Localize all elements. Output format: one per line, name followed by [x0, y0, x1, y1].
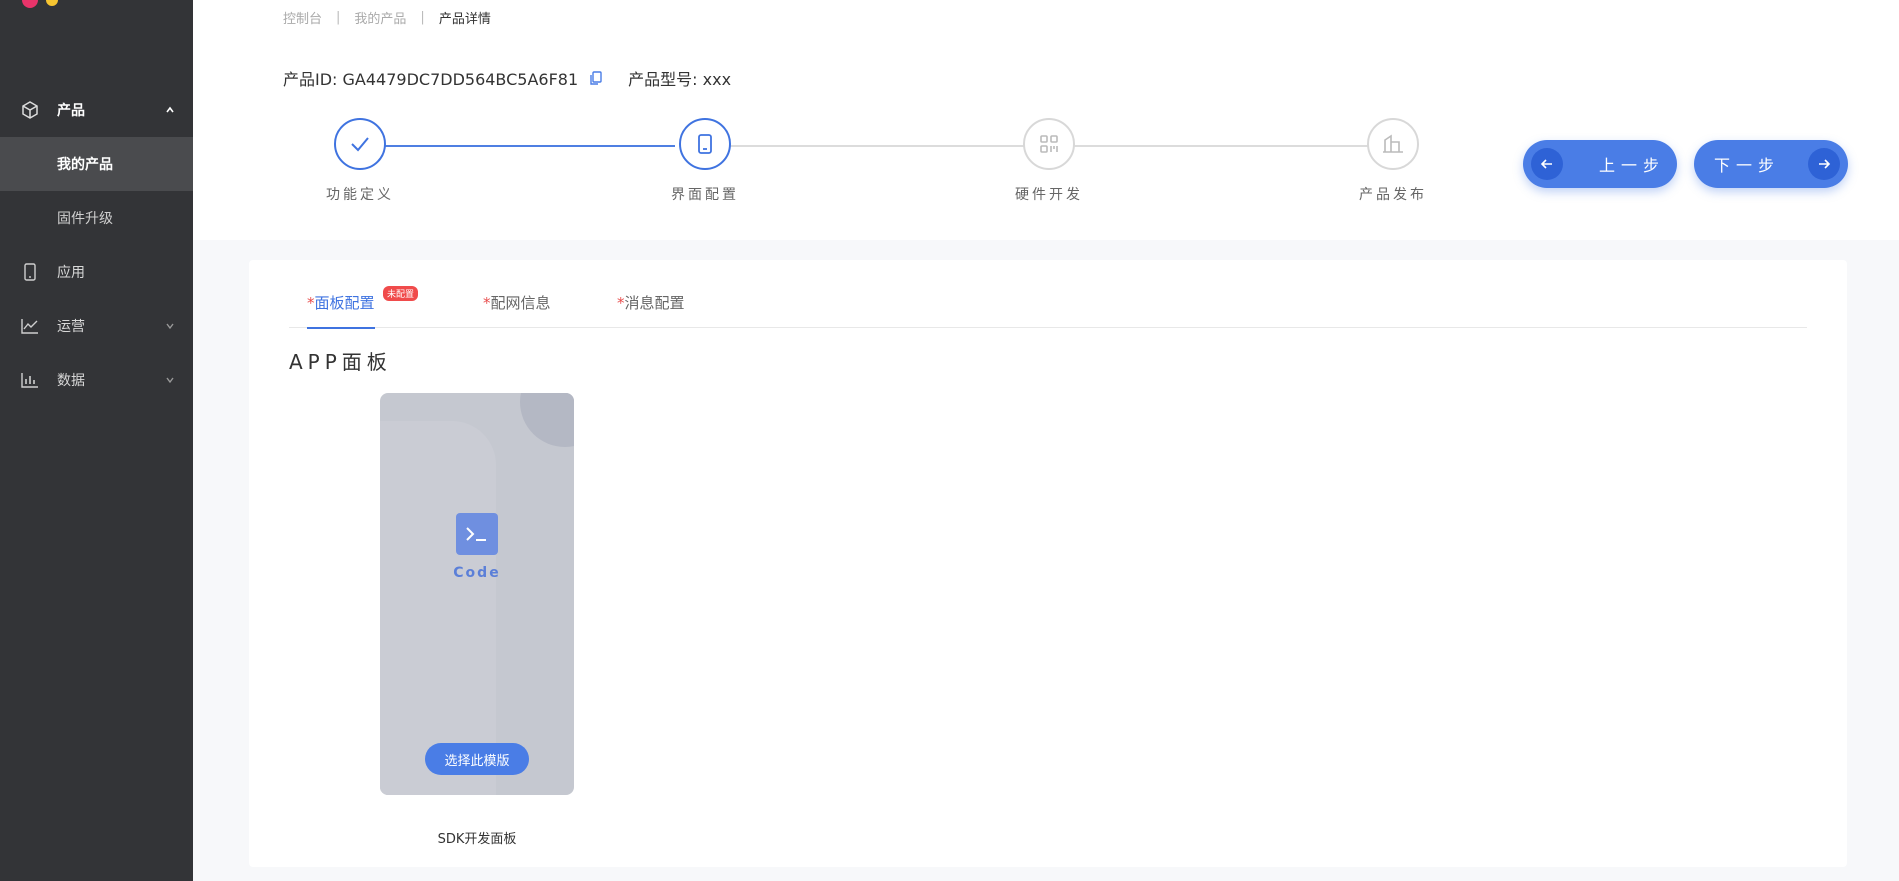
tab-network-info[interactable]: *配网信息: [483, 292, 551, 328]
sidebar-item-operations[interactable]: 运营: [0, 299, 193, 353]
code-label: Code: [453, 565, 501, 581]
sidebar-item-apps[interactable]: 应用: [0, 245, 193, 299]
breadcrumb: 控制台 | 我的产品 | 产品详情: [283, 8, 491, 27]
next-step-label: 下一步: [1714, 156, 1781, 175]
sidebar-item-data[interactable]: 数据: [0, 353, 193, 407]
chevron-up-icon: [165, 105, 175, 115]
chevron-down-icon: [165, 375, 175, 385]
tab-message-config[interactable]: *消息配置: [617, 292, 685, 328]
phone-icon: [20, 262, 40, 282]
product-id: 产品ID: GA4479DC7DD564BC5A6F81: [283, 70, 579, 89]
step-label: 功能定义: [326, 187, 394, 203]
required-mark: *: [483, 294, 491, 312]
step-product-release[interactable]: 产品发布: [1333, 118, 1453, 204]
step-label: 界面配置: [671, 187, 739, 203]
tablet-icon: [679, 118, 731, 170]
arrow-right-icon: [1808, 148, 1840, 180]
copy-icon[interactable]: [588, 70, 604, 86]
tab-panel-config[interactable]: *面板配置 未配置: [307, 286, 419, 329]
breadcrumb-separator: |: [420, 10, 425, 25]
line-chart-icon: [20, 316, 40, 336]
status-badge: 未配置: [383, 286, 419, 301]
sidebar: 产品 我的产品 固件升级 应用 运营 数据: [0, 0, 193, 881]
sidebar-item-label: 产品: [57, 103, 85, 119]
header: 控制台 | 我的产品 | 产品详情 产品ID: GA4479DC7DD564BC…: [193, 0, 1899, 240]
previous-step-label: 上一步: [1599, 156, 1666, 175]
section-title: APP面板: [289, 350, 392, 374]
next-step-button[interactable]: 下一步: [1694, 140, 1848, 188]
sidebar-item-firmware-upgrade[interactable]: 固件升级: [0, 191, 193, 245]
sidebar-item-product[interactable]: 产品: [0, 83, 193, 137]
required-mark: *: [617, 294, 625, 312]
content-card: *面板配置 未配置 *配网信息 *消息配置 APP面板 Code 选择此模版 S…: [249, 260, 1847, 867]
step-label: 产品发布: [1359, 187, 1427, 203]
step-label: 硬件开发: [1015, 187, 1083, 203]
grid-icon: [1023, 118, 1075, 170]
step-ui-config[interactable]: 界面配置: [645, 118, 765, 204]
select-template-button[interactable]: 选择此模版: [425, 743, 529, 775]
step-function-definition[interactable]: 功能定义: [300, 118, 420, 204]
sidebar-item-label: 应用: [57, 265, 85, 281]
required-mark: *: [307, 294, 315, 312]
logo: [22, 0, 62, 8]
step-hardware-dev[interactable]: 硬件开发: [989, 118, 1109, 204]
building-icon: [1367, 118, 1419, 170]
template-card[interactable]: Code 选择此模版: [380, 393, 574, 795]
breadcrumb-item-my-products[interactable]: 我的产品: [354, 8, 406, 27]
chevron-down-icon: [165, 321, 175, 331]
box-icon: [20, 100, 40, 120]
breadcrumb-separator: |: [336, 10, 341, 25]
sidebar-item-label: 固件升级: [57, 211, 113, 227]
sidebar-item-label: 数据: [57, 373, 85, 389]
previous-step-button[interactable]: 上一步: [1523, 140, 1677, 188]
tab-bar: *面板配置 未配置 *配网信息 *消息配置: [289, 286, 1807, 329]
sidebar-item-label: 我的产品: [57, 157, 113, 173]
terminal-icon: [456, 513, 498, 555]
check-icon: [334, 118, 386, 170]
tab-label: 消息配置: [624, 294, 685, 312]
arrow-left-icon: [1531, 148, 1563, 180]
sidebar-item-my-products[interactable]: 我的产品: [0, 137, 193, 191]
tab-label: 面板配置: [314, 294, 375, 312]
breadcrumb-item-current: 产品详情: [438, 12, 491, 27]
sidebar-item-label: 运营: [57, 319, 85, 335]
product-info: 产品ID: GA4479DC7DD564BC5A6F81 产品型号: xxx: [283, 66, 731, 90]
product-model: 产品型号: xxx: [628, 70, 732, 89]
bar-chart-icon: [20, 370, 40, 390]
breadcrumb-item-console[interactable]: 控制台: [283, 8, 322, 27]
tab-label: 配网信息: [490, 294, 551, 312]
template-name: SDK开发面板: [437, 832, 517, 847]
